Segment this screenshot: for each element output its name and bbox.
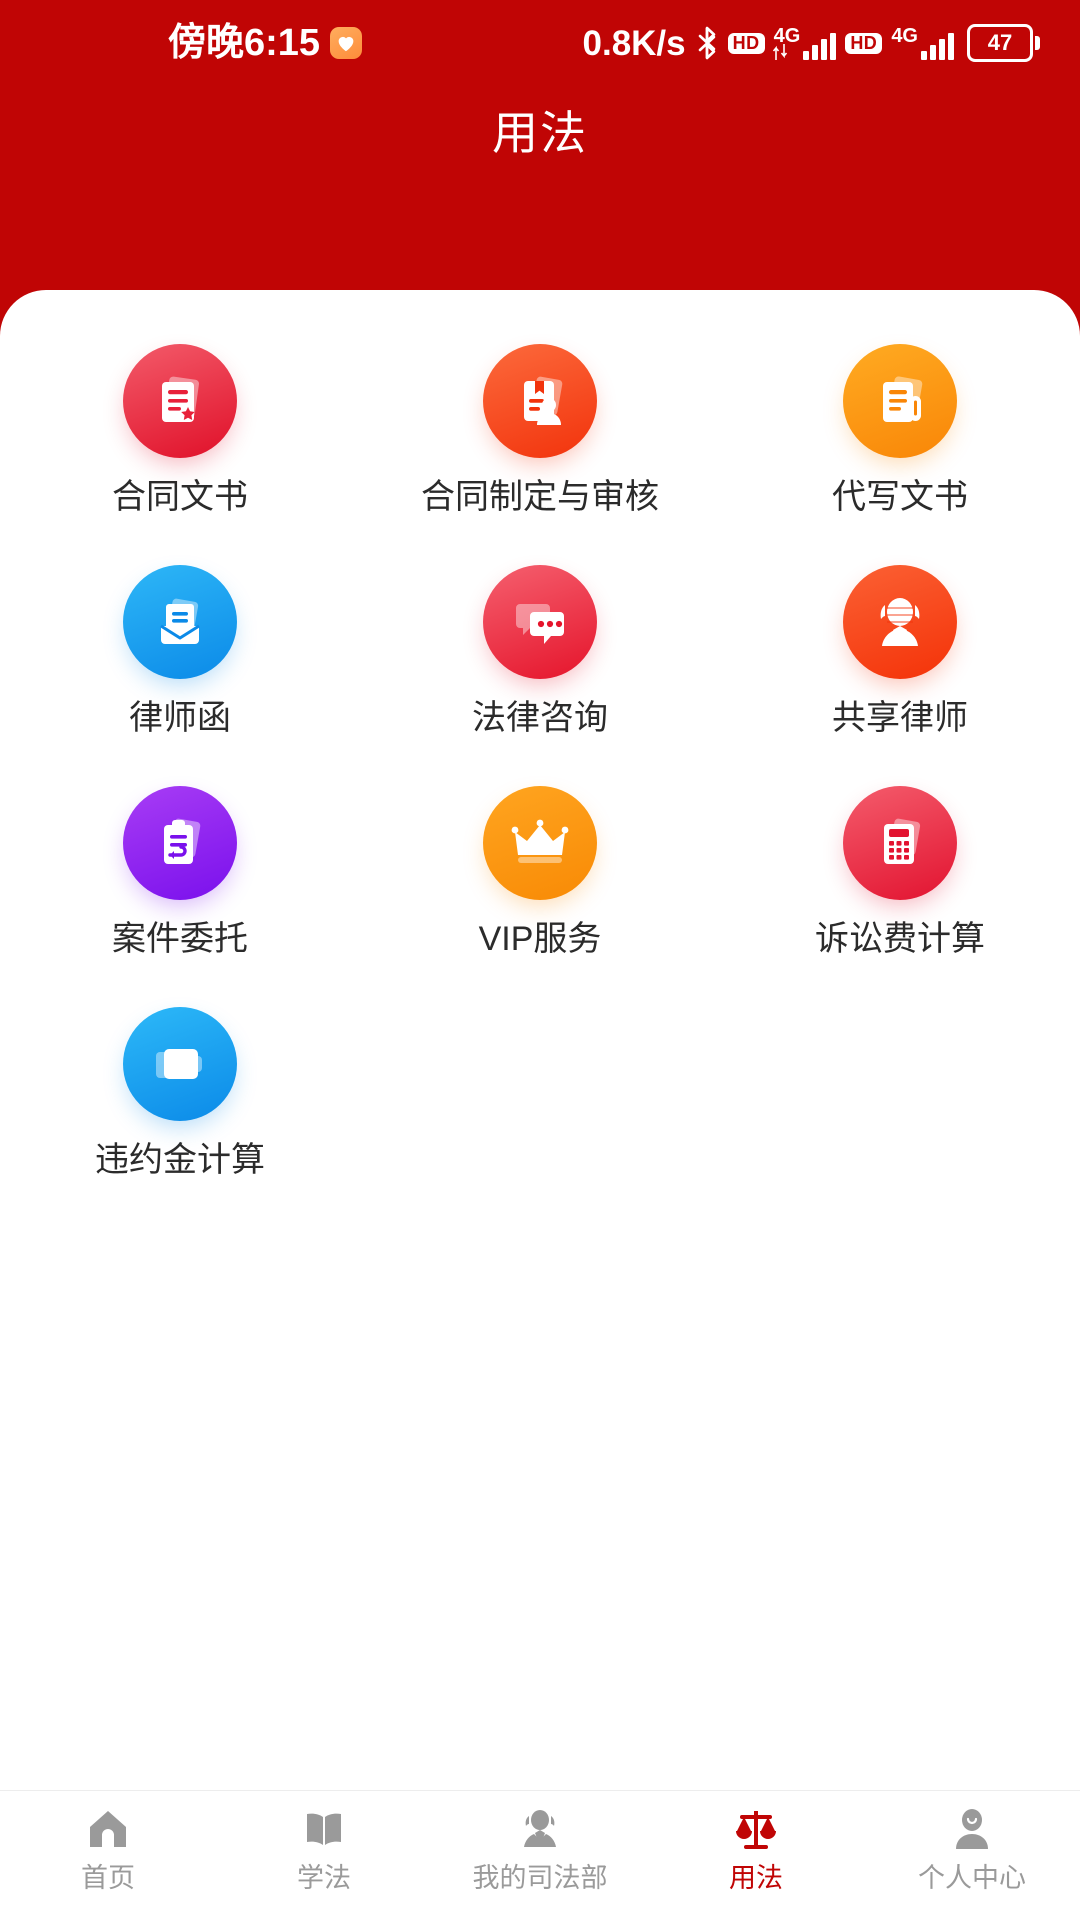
- contract-document-star-icon[interactable]: [123, 344, 237, 458]
- contract-review-person-icon[interactable]: [483, 344, 597, 458]
- case-clipboard-arrow-icon[interactable]: [123, 786, 237, 900]
- battery-indicator: 47: [967, 24, 1040, 62]
- app-screen: 傍晚6:15 0.8K/s HD 4G HD 4G 47 用法 合同文书 合同制…: [0, 0, 1080, 1920]
- status-bar: 傍晚6:15 0.8K/s HD 4G HD 4G 47: [0, 0, 1080, 86]
- service-item-5[interactable]: 法律咨询: [360, 547, 720, 768]
- service-item-6[interactable]: 共享律师: [720, 547, 1080, 768]
- battery-body: 47: [967, 24, 1033, 62]
- service-item-label: 法律咨询: [472, 699, 608, 737]
- service-grid: 合同文书 合同制定与审核 代写文书律师函 法律咨询 共享律师案件委托 VIP服务 诉讼费计算…: [0, 326, 1080, 1210]
- service-item-label: 共享律师: [832, 699, 968, 737]
- nav-item-book[interactable]: 学法: [216, 1803, 432, 1892]
- network-speed: 0.8K/s: [582, 23, 686, 63]
- status-bar-right: 0.8K/s HD 4G HD 4G 47: [582, 23, 1040, 63]
- judge-icon[interactable]: [514, 1803, 566, 1855]
- nav-item-person[interactable]: 个人中心: [864, 1803, 1080, 1892]
- page-title: 用法: [492, 107, 588, 159]
- service-item-label: 代写文书: [832, 478, 968, 516]
- health-heart-icon: [330, 27, 363, 59]
- signal-sim1: 4G: [772, 25, 837, 60]
- service-item-label: 律师函: [129, 699, 231, 737]
- nav-item-label: 用法: [729, 1863, 783, 1893]
- content-card: 合同文书 合同制定与审核 代写文书律师函 法律咨询 共享律师案件委托 VIP服务 诉讼费计算…: [0, 290, 1080, 1920]
- home-icon[interactable]: [82, 1803, 134, 1855]
- service-item-9[interactable]: 诉讼费计算: [720, 768, 1080, 989]
- battery-tip: [1035, 36, 1040, 50]
- service-item-1[interactable]: 合同文书: [0, 326, 360, 547]
- hd-badge-sim2: HD: [845, 32, 883, 54]
- app-header: 用法: [0, 86, 1080, 290]
- signal-sim2: 4G: [891, 26, 954, 60]
- network-type-sim2: 4G: [891, 25, 918, 47]
- service-item-10[interactable]: 违约金计算: [0, 989, 360, 1210]
- lawyer-letter-envelope-icon[interactable]: [123, 565, 237, 679]
- nav-item-scales[interactable]: 用法: [648, 1803, 864, 1892]
- nav-item-label: 首页: [81, 1863, 135, 1893]
- ghostwrite-document-pen-icon[interactable]: [843, 344, 957, 458]
- service-item-label: VIP服务: [478, 920, 602, 958]
- battery-percent-label: 47: [987, 30, 1013, 55]
- service-item-label: 违约金计算: [95, 1141, 265, 1179]
- nav-item-label: 学法: [297, 1863, 351, 1893]
- book-icon[interactable]: [298, 1803, 350, 1855]
- bottom-navigation-bar: 首页 学法 我的司法部 用法 个人中心: [0, 1790, 1080, 1920]
- signal-bars-sim1: [803, 30, 837, 60]
- nav-item-home[interactable]: 首页: [0, 1803, 216, 1892]
- status-time: 傍晚6:15: [168, 22, 321, 64]
- service-item-label: 合同文书: [112, 478, 248, 516]
- calculator-icon[interactable]: [843, 786, 957, 900]
- person-icon[interactable]: [946, 1803, 998, 1855]
- bluetooth-icon: [695, 26, 719, 60]
- service-item-7[interactable]: 案件委托: [0, 768, 360, 989]
- network-type-sim1: 4G: [773, 25, 801, 47]
- wallet-icon[interactable]: [123, 1007, 237, 1121]
- service-item-8[interactable]: VIP服务: [360, 768, 720, 989]
- signal-bars-sim2: [921, 30, 954, 60]
- service-item-label: 合同制定与审核: [421, 478, 659, 516]
- nav-item-label: 个人中心: [918, 1863, 1026, 1893]
- service-item-3[interactable]: 代写文书: [720, 326, 1080, 547]
- nav-item-label: 我的司法部: [472, 1863, 608, 1893]
- nav-item-judge[interactable]: 我的司法部: [432, 1803, 648, 1892]
- chat-bubbles-icon[interactable]: [483, 565, 597, 679]
- crown-icon[interactable]: [483, 786, 597, 900]
- data-transfer-icon: [772, 44, 787, 60]
- service-item-4[interactable]: 律师函: [0, 547, 360, 768]
- service-item-2[interactable]: 合同制定与审核: [360, 326, 720, 547]
- judge-person-icon[interactable]: [843, 565, 957, 679]
- status-bar-left: 傍晚6:15: [168, 22, 363, 64]
- service-item-label: 案件委托: [112, 920, 248, 958]
- scales-icon[interactable]: [730, 1803, 782, 1855]
- service-item-label: 诉讼费计算: [815, 920, 985, 958]
- hd-badge-sim1: HD: [727, 32, 765, 54]
